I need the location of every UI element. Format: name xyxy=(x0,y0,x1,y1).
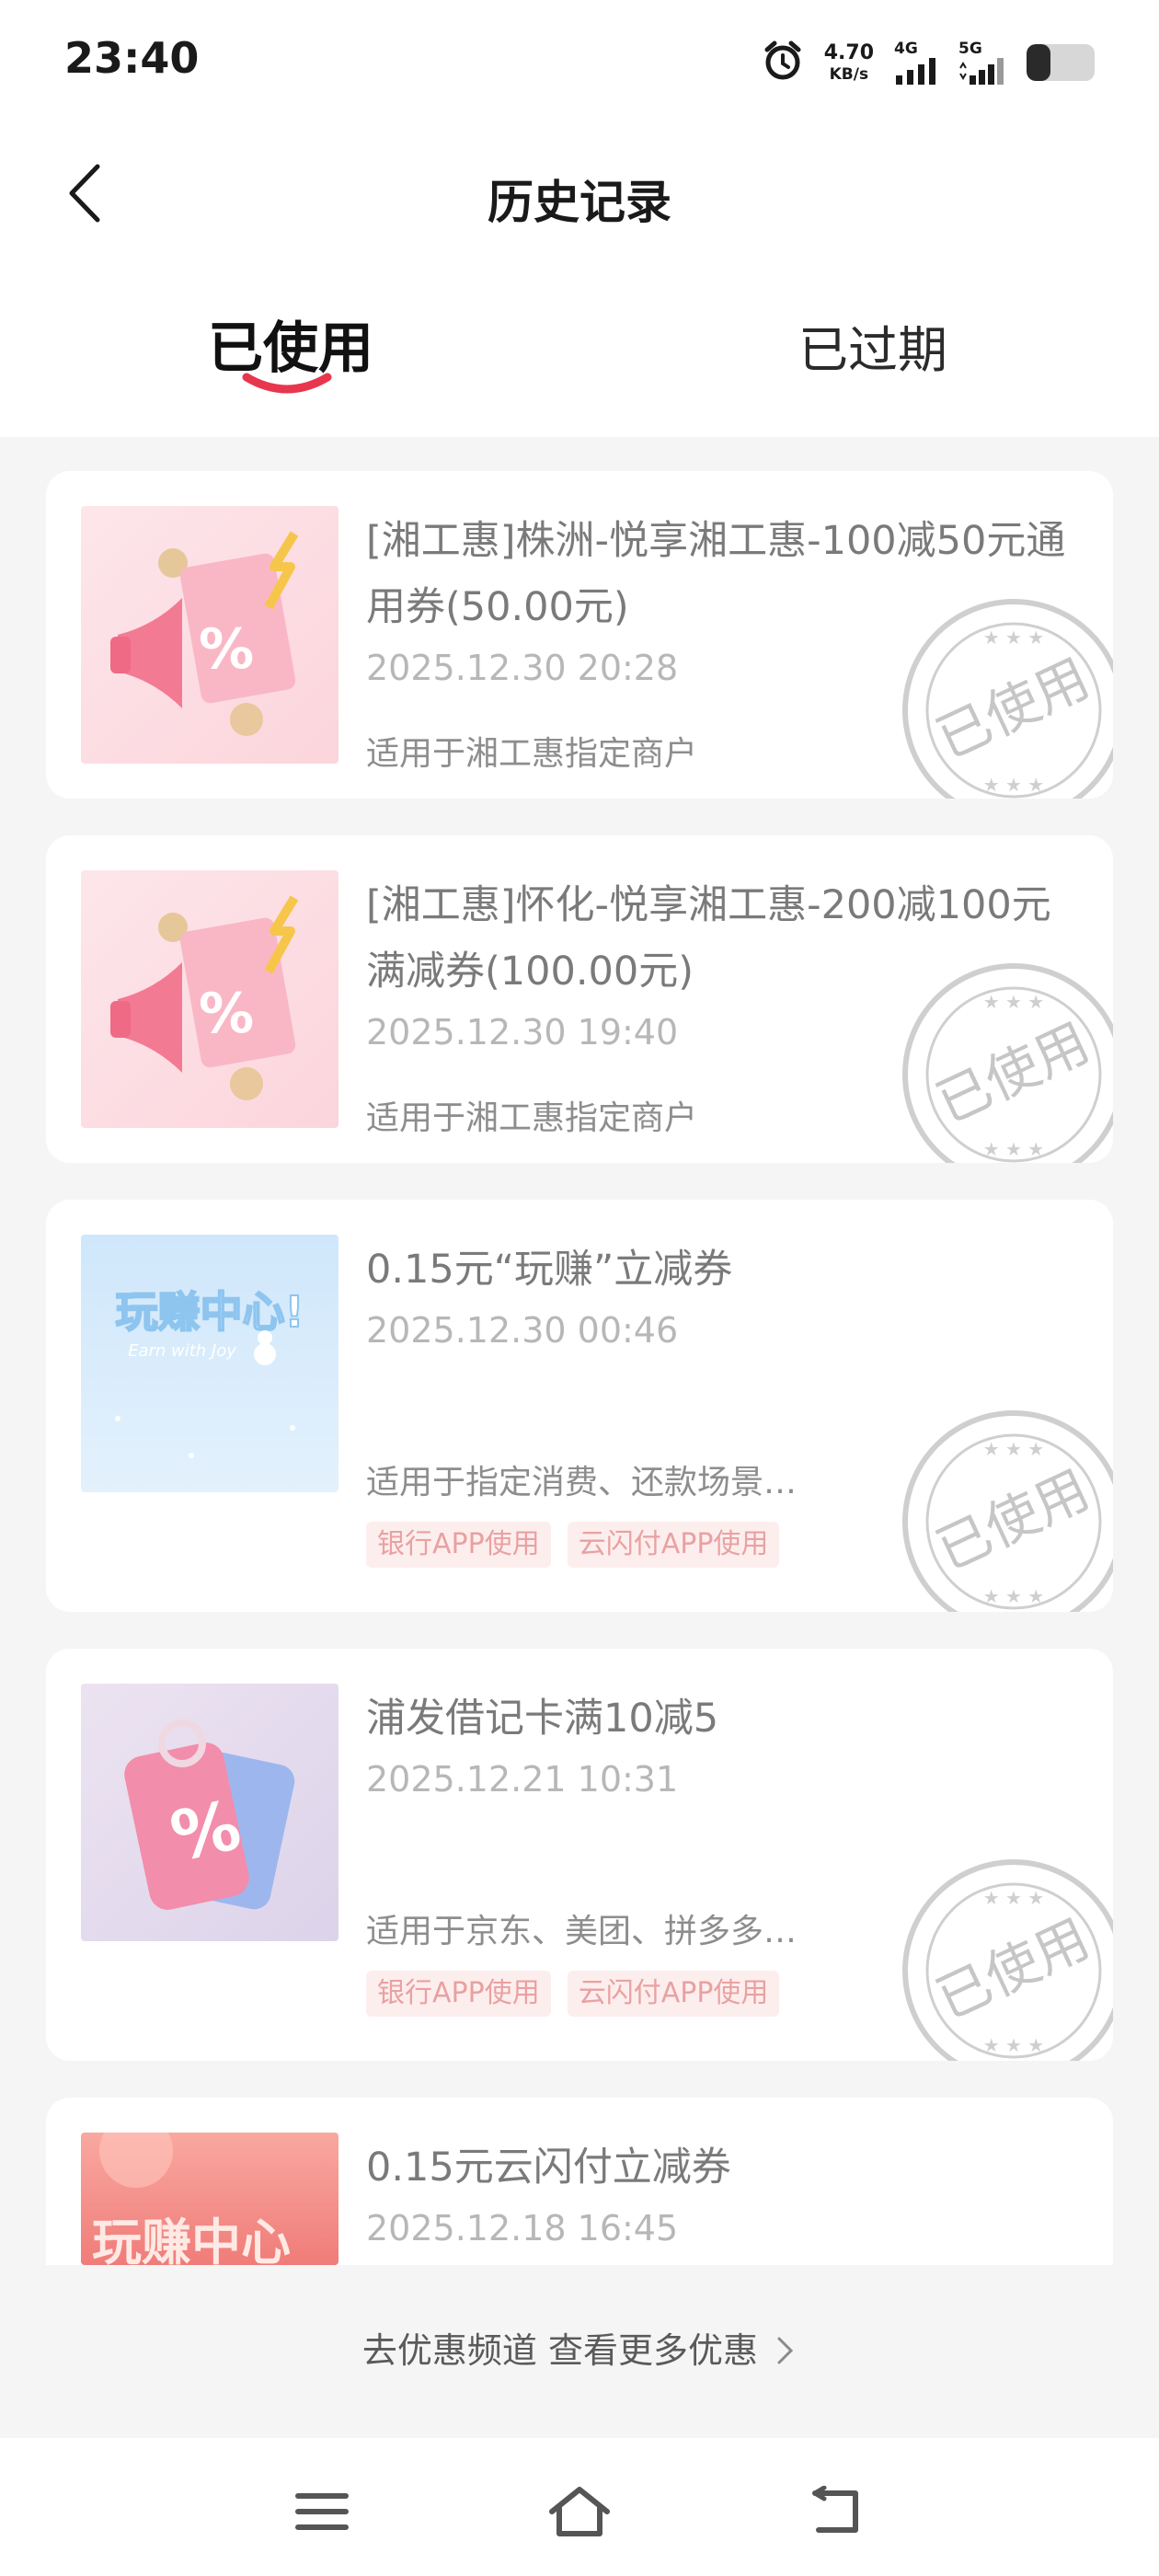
coupon-title: 浦发借记卡满10减5 xyxy=(366,1696,719,1742)
coupon-card[interactable]: % 浦发借记卡满10减5 2025.12.21 10:31 适用于京东、美团、拼… xyxy=(46,1649,1113,2061)
used-stamp: 已使用 ★ ★ ★ ★ ★ ★ xyxy=(902,1859,1113,2061)
tab-bar: 已使用 已过期 xyxy=(0,294,1159,405)
svg-text:%: % xyxy=(199,617,254,682)
page: 23:40 4.70 KB/s 4G 5G 历史记录 已使用 已过期 % [湘工… xyxy=(0,0,1159,2576)
percent-tag-icon: % xyxy=(124,1719,295,1910)
coupon-thumbnail: % xyxy=(81,870,339,1128)
chevron-right-icon xyxy=(777,2337,794,2364)
svg-text:★ ★ ★: ★ ★ ★ xyxy=(983,1585,1045,1607)
signal-bars-icon xyxy=(959,57,1004,85)
used-stamp: 已使用 ★ ★ ★ ★ ★ ★ xyxy=(902,599,1113,799)
coupon-desc: 适用于指定消费、还款场景… xyxy=(366,1464,798,1501)
svg-text:★ ★ ★: ★ ★ ★ xyxy=(983,2034,1045,2056)
signal-bars-icon xyxy=(896,57,935,85)
tag-bank-app: 银行APP使用 xyxy=(366,1971,551,2017)
coupon-thumbnail: 玩赚中心 xyxy=(81,2133,339,2265)
back-arrow-icon xyxy=(812,2486,858,2533)
back-nav-button[interactable] xyxy=(800,2479,874,2544)
svg-text:★ ★ ★: ★ ★ ★ xyxy=(983,1438,1045,1460)
menu-icon xyxy=(295,2493,349,2530)
more-deals-link[interactable]: 去优惠频道 查看更多优惠 xyxy=(0,2322,1159,2373)
signal-5g: 5G xyxy=(958,39,1006,85)
stamp-text: 已使用 xyxy=(927,1011,1098,1135)
tab-active-indicator xyxy=(242,373,332,394)
signal-4g-label: 4G xyxy=(894,39,918,58)
status-time: 23:40 xyxy=(64,33,200,83)
coupon-title: 0.15元“玩赚”立减券 xyxy=(366,1247,733,1293)
alarm-icon xyxy=(762,40,804,86)
coupon-desc: 适用于湘工惠指定商户 xyxy=(366,1099,698,1137)
svg-text:★ ★ ★: ★ ★ ★ xyxy=(983,1138,1045,1160)
battery-fill xyxy=(1027,44,1050,81)
coupon-desc: 适用于湘工惠指定商户 xyxy=(366,735,698,773)
coupon-card[interactable]: % [湘工惠]怀化-悦享湘工惠-200减100元满减券(100.00元) 202… xyxy=(46,835,1113,1163)
more-deals-label: 去优惠频道 查看更多优惠 xyxy=(361,2330,758,2371)
used-stamp: 已使用 ★ ★ ★ ★ ★ ★ xyxy=(902,963,1113,1163)
tag-unionpay-app: 云闪付APP使用 xyxy=(567,1971,780,2017)
coupon-card[interactable]: % [湘工惠]株洲-悦享湘工惠-100减50元通用券(50.00元) 2025.… xyxy=(46,471,1113,799)
coupon-date: 2025.12.30 00:46 xyxy=(366,1310,679,1351)
header-area: 23:40 4.70 KB/s 4G 5G 历史记录 已使用 已过期 xyxy=(0,0,1159,437)
net-speed-value: 4.70 xyxy=(823,40,874,64)
tag-unionpay-app: 云闪付APP使用 xyxy=(567,1522,780,1568)
svg-text:★ ★ ★: ★ ★ ★ xyxy=(983,774,1045,796)
coupon-date: 2025.12.21 10:31 xyxy=(366,1759,679,1800)
system-navigation-bar xyxy=(0,2438,1159,2576)
coupon-thumbnail: % xyxy=(81,506,339,764)
coupon-date: 2025.12.30 20:28 xyxy=(366,648,679,688)
stamp-text: 已使用 xyxy=(927,1458,1098,1582)
coupon-title: 0.15元云闪付立减券 xyxy=(366,2145,731,2191)
earn-center-banner-icon: 玩赚中心 xyxy=(92,2133,291,2265)
svg-text:%: % xyxy=(199,982,254,1046)
coupon-date: 2025.12.18 16:45 xyxy=(366,2208,679,2248)
signal-4g: 4G xyxy=(894,39,938,85)
coupon-thumbnail: 玩赚中心! Earn with Joy xyxy=(81,1235,339,1492)
megaphone-coupon-icon: % xyxy=(110,895,299,1100)
signal-5g-label: 5G xyxy=(958,39,982,58)
coupon-tags: 银行APP使用 云闪付APP使用 xyxy=(366,1971,780,2017)
network-speed: 4.70 KB/s xyxy=(823,40,874,84)
tag-bank-app: 银行APP使用 xyxy=(366,1522,551,1568)
thumb-title: 玩赚中心! xyxy=(116,1287,304,1337)
stamp-text: 已使用 xyxy=(927,647,1098,771)
more-deals-area: 去优惠频道 查看更多优惠 xyxy=(0,2265,1159,2438)
coupon-thumbnail: % xyxy=(81,1684,339,1941)
coupon-tags: 银行APP使用 云闪付APP使用 xyxy=(366,1522,780,1568)
svg-text:★ ★ ★: ★ ★ ★ xyxy=(983,991,1045,1013)
used-stamp: 已使用 ★ ★ ★ ★ ★ ★ xyxy=(902,1410,1113,1612)
thumb-subtitle: Earn with Joy xyxy=(128,1341,236,1361)
coupon-card[interactable]: 玩赚中心 0.15元云闪付立减券 2025.12.18 16:45 xyxy=(46,2098,1113,2265)
status-icons: 4.70 KB/s 4G 5G xyxy=(762,35,1095,90)
net-speed-unit: KB/s xyxy=(829,64,869,84)
menu-button[interactable] xyxy=(285,2479,359,2544)
svg-text:★ ★ ★: ★ ★ ★ xyxy=(983,627,1045,649)
battery-icon xyxy=(1027,44,1095,81)
earn-center-banner-icon: 玩赚中心! Earn with Joy xyxy=(115,1286,304,1458)
home-icon xyxy=(549,2487,610,2536)
tab-expired[interactable]: 已过期 xyxy=(798,309,947,382)
stamp-text: 已使用 xyxy=(927,1907,1098,2031)
home-button[interactable] xyxy=(543,2479,616,2544)
coupon-card[interactable]: 玩赚中心! Earn with Joy 0.15元“玩赚”立减券 2025.12… xyxy=(46,1200,1113,1612)
coupon-desc: 适用于京东、美团、拼多多… xyxy=(366,1913,798,1950)
coupon-date: 2025.12.30 19:40 xyxy=(366,1012,679,1052)
megaphone-coupon-icon: % xyxy=(110,531,299,736)
svg-text:★ ★ ★: ★ ★ ★ xyxy=(983,1887,1045,1909)
page-title: 历史记录 xyxy=(488,176,671,229)
thumb-title: 玩赚中心 xyxy=(92,2214,291,2265)
